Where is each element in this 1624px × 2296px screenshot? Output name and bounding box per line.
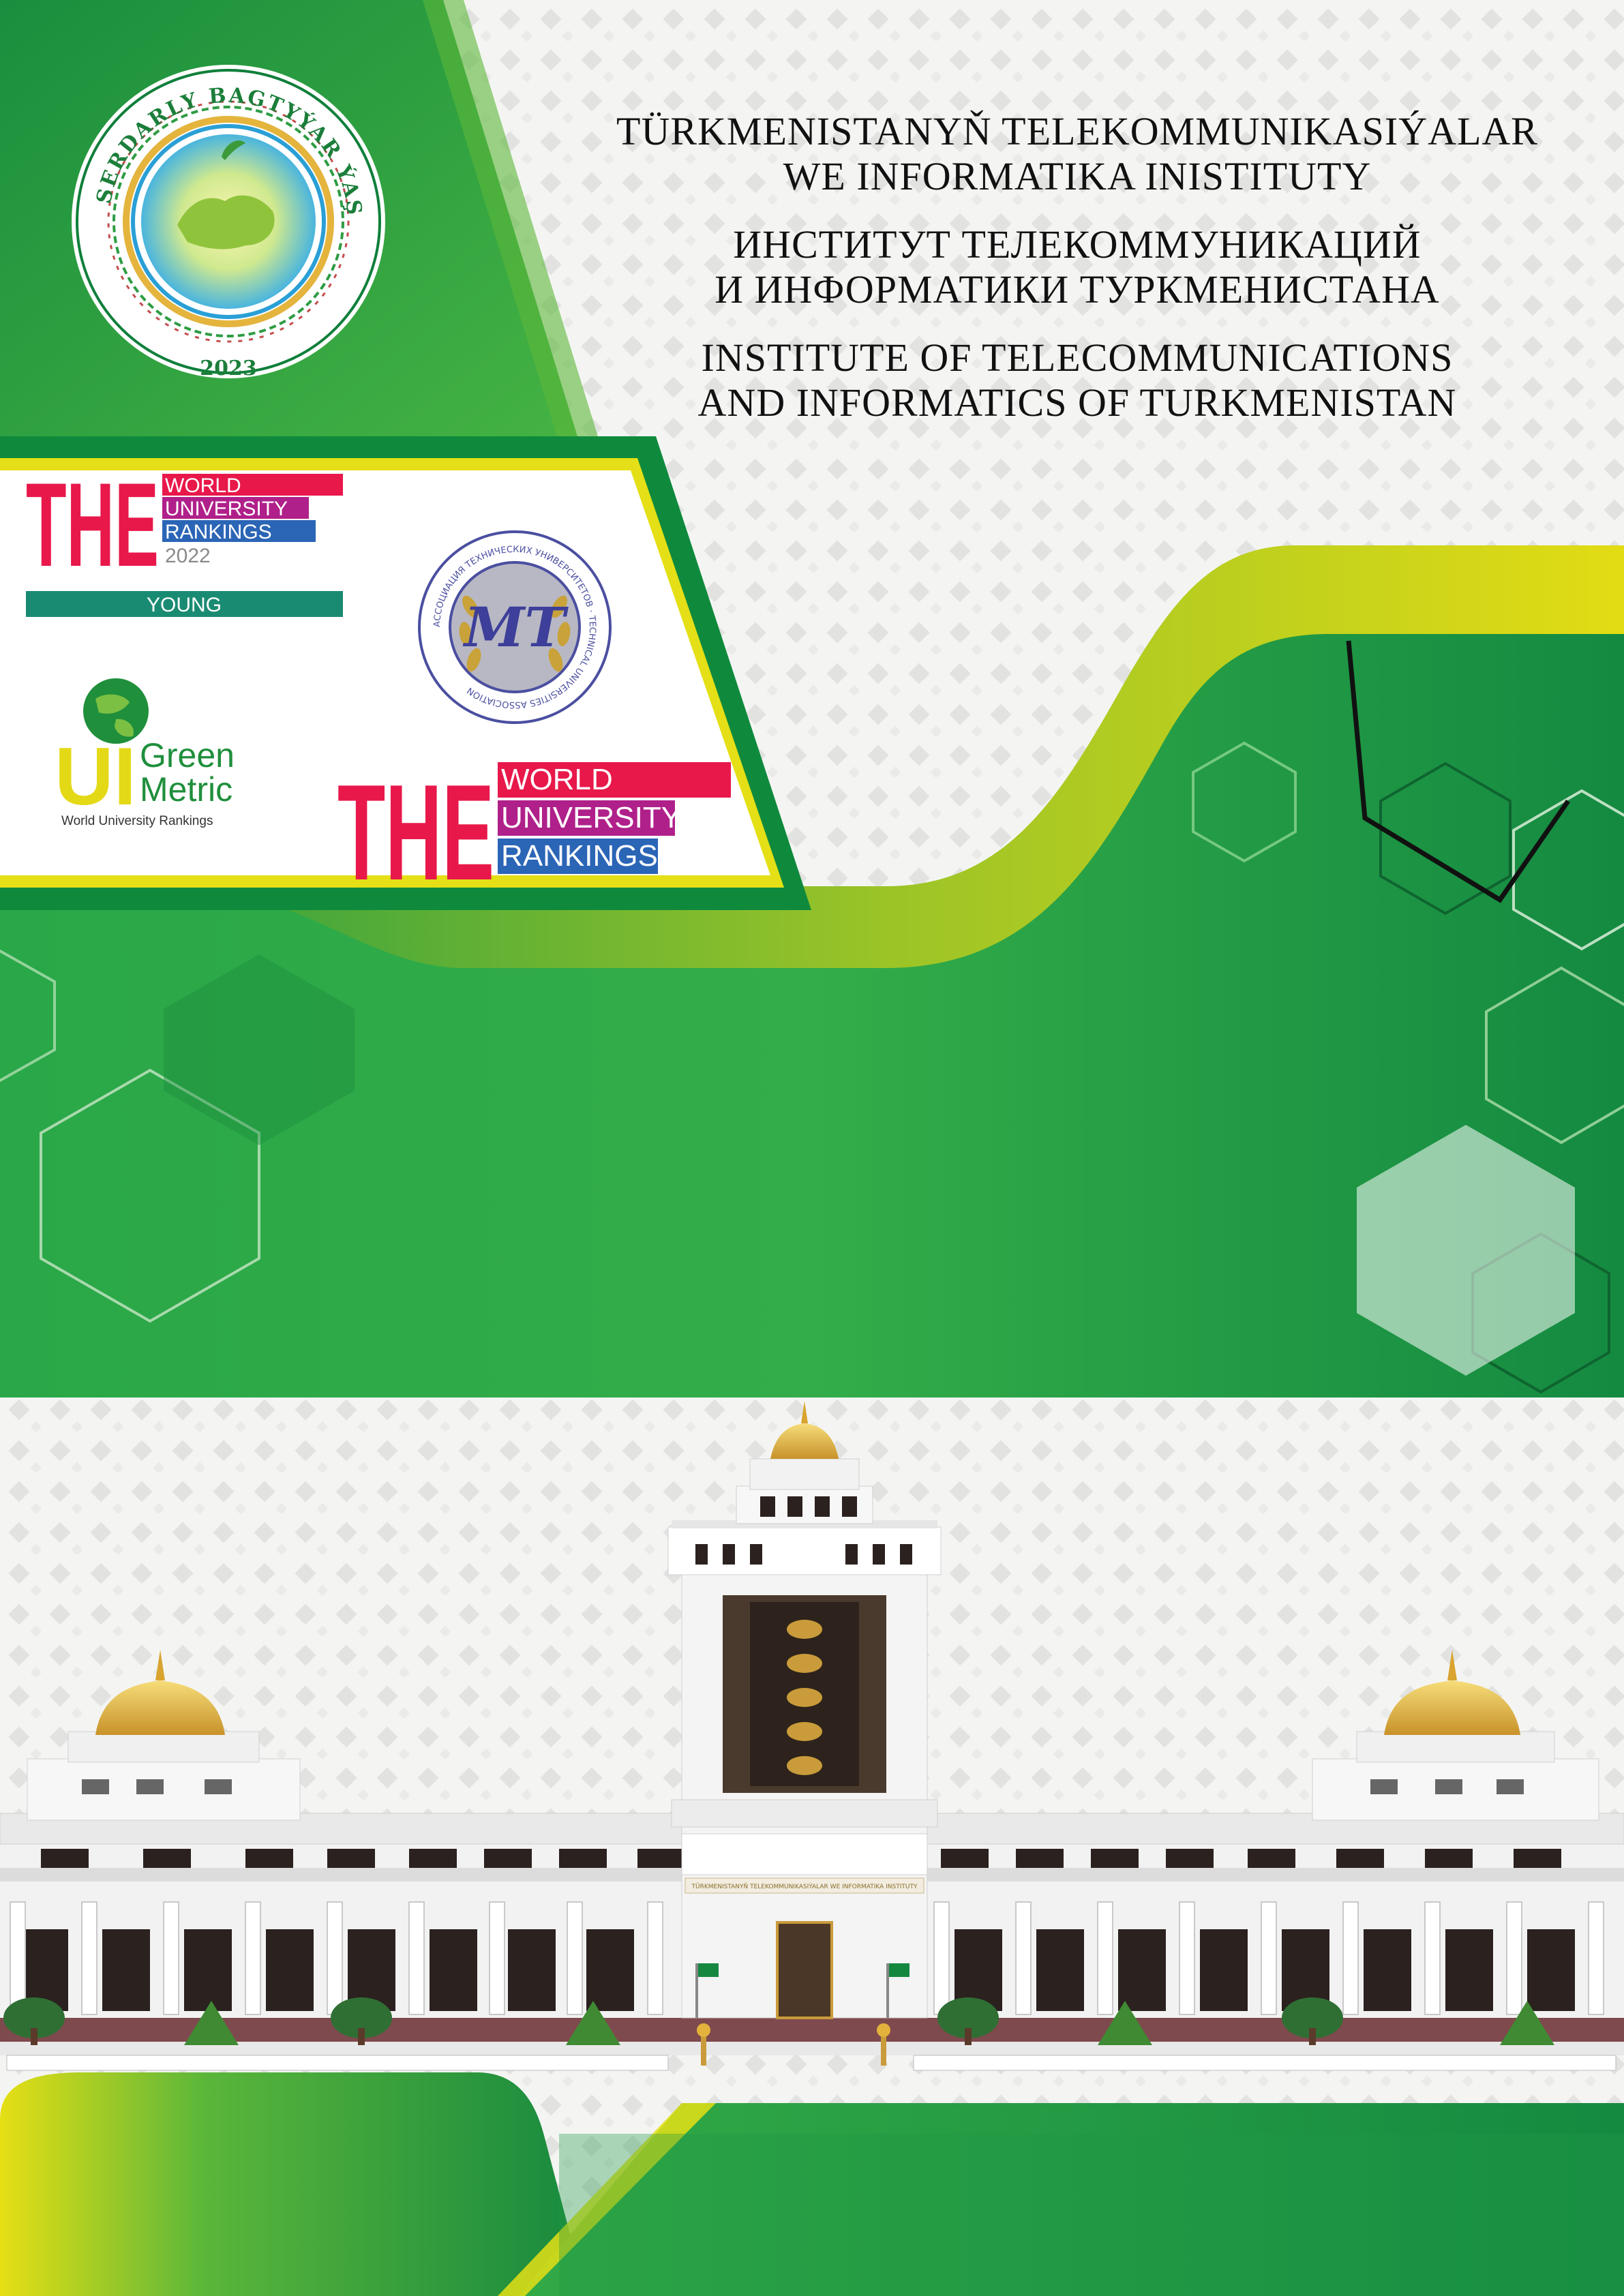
- the-world-rankings-logo: THE WORLD UNIVERSITY RANKINGS: [337, 757, 731, 886]
- title-tk-line2: WE INFORMATIKA INISTITUTY: [783, 154, 1372, 198]
- ui-word-green: Green: [140, 736, 235, 774]
- title-tk-line1: TÜRKMENISTANYŇ TELEKOMMUNIKASIÝALAR: [616, 109, 1538, 153]
- the-young-brand: THE: [26, 467, 159, 592]
- anniversary-emblem: ARKADAG SERDARLY BAGTYÝAR ÝAŞLAR ÝYLY 20…: [68, 48, 385, 380]
- title-en-line1: INSTITUTE OF TELECOMMUNICATIONS: [701, 335, 1454, 380]
- svg-text:TÜRKMENISTANYŇ TELEKOMMUNIKASI: TÜRKMENISTANYŇ TELEKOMMUNIKASIÝALAR WE I…: [691, 1882, 918, 1890]
- technical-universities-association-seal: АССОЦИАЦИЯ ТЕХНИЧЕСКИХ УНИВЕРСИТЕТОВ · T…: [418, 530, 612, 724]
- the-world-line-world: WORLD: [501, 763, 613, 796]
- the-young-rankings-logo: THE WORLD UNIVERSITY RANKINGS 2022 YOUNG: [26, 467, 343, 617]
- ui-brand: UI: [55, 731, 136, 822]
- the-young-line-world: WORLD: [165, 474, 241, 497]
- title-ru-line1: ИНСТИТУТ ТЕЛЕКОММУНИКАЦИЙ: [733, 222, 1422, 267]
- institute-name-block: TÜRKMENISTANYŇ TELEKOMMUNIKASIÝALAR WE I…: [566, 109, 1589, 425]
- title-ru-line2: И ИНФОРМАТИКИ ТУРКМЕНИСТАНА: [715, 267, 1440, 312]
- the-world-brand: THE: [337, 757, 494, 886]
- ui-caption: World University Rankings: [61, 814, 213, 828]
- the-young-year: 2022: [165, 545, 211, 567]
- title-en-line2: AND INFORMATICS OF TURKMENISTAN: [697, 380, 1457, 425]
- the-world-line-university: UNIVERSITY: [501, 801, 681, 834]
- building-facade-sign: TÜRKMENISTANYŇ TELEKOMMUNIKASIÝALAR WE I…: [691, 1882, 918, 1890]
- emblem-year: 2023: [200, 357, 257, 380]
- ui-greenmetric-logo: UI Green Metric World University Ranking…: [55, 678, 235, 828]
- ui-word-metric: Metric: [140, 770, 232, 809]
- the-young-band: YOUNG: [147, 594, 222, 616]
- the-world-line-rankings: RANKINGS: [501, 839, 658, 873]
- seal-monogram: МТ: [462, 595, 569, 659]
- the-young-line-rankings: RANKINGS: [165, 521, 272, 543]
- the-young-line-university: UNIVERSITY: [165, 498, 288, 520]
